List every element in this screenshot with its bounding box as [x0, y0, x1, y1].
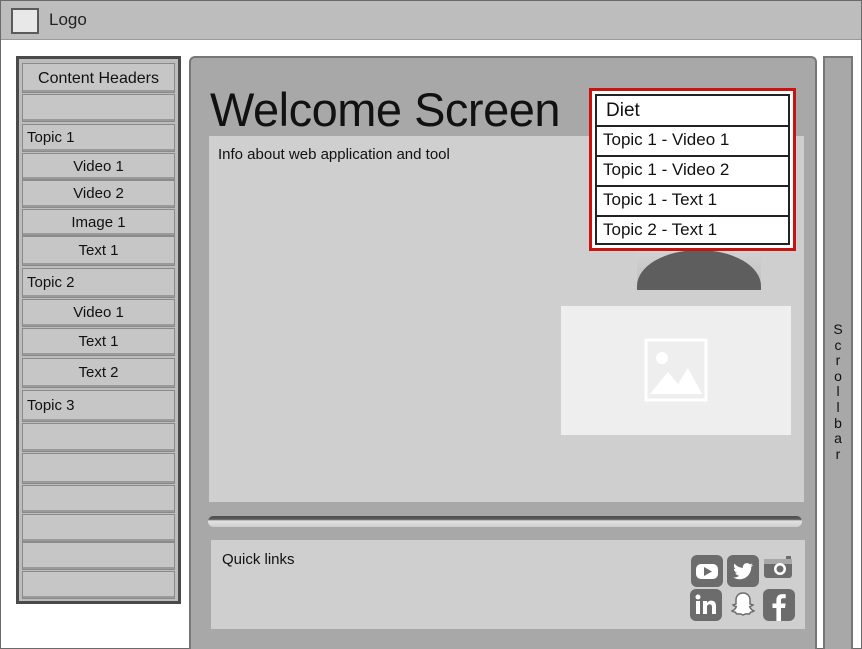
- page-title: Welcome Screen: [210, 83, 561, 136]
- twitter-icon[interactable]: [727, 555, 759, 587]
- sidebar-item[interactable]: Text 1: [22, 328, 175, 356]
- snapchat-icon[interactable]: [727, 589, 759, 621]
- linkedin-icon[interactable]: [690, 589, 722, 621]
- sidebar-topic[interactable]: Topic 3: [22, 390, 175, 422]
- sidebar-item[interactable]: [22, 453, 175, 484]
- search-dropdown: Diet Topic 1 - Video 1 Topic 1 - Video 2…: [589, 88, 796, 251]
- sidebar-item[interactable]: Text 1: [22, 236, 175, 266]
- sidebar-item[interactable]: [22, 423, 175, 452]
- youtube-icon[interactable]: [691, 555, 723, 587]
- search-input[interactable]: Diet: [595, 94, 790, 127]
- scrollbar[interactable]: Scrollbar: [823, 56, 853, 649]
- logo-label: Logo: [49, 10, 87, 29]
- sidebar-item[interactable]: [22, 94, 175, 122]
- instagram-icon[interactable]: [762, 553, 794, 585]
- image-icon: [644, 338, 708, 402]
- search-result-item[interactable]: Topic 1 - Video 1: [595, 127, 790, 157]
- logo-icon[interactable]: [11, 8, 39, 34]
- sidebar-header: Content Headers: [22, 63, 175, 93]
- quick-links-label: Quick links: [222, 551, 295, 568]
- sidebar-item[interactable]: Video 2: [22, 180, 175, 208]
- sidebar-item[interactable]: Video 1: [22, 153, 175, 180]
- sidebar-item[interactable]: [22, 542, 175, 570]
- sidebar-item[interactable]: [22, 485, 175, 513]
- scrollbar-label: Scrollbar: [833, 321, 843, 462]
- sidebar-item[interactable]: [22, 514, 175, 542]
- facebook-icon[interactable]: [763, 589, 795, 621]
- sidebar-item[interactable]: [22, 571, 175, 599]
- section-divider: [208, 516, 802, 527]
- sidebar-item[interactable]: Text 2: [22, 358, 175, 388]
- search-result-item[interactable]: Topic 2 - Text 1: [595, 217, 790, 245]
- sidebar-topic[interactable]: Topic 1: [22, 124, 175, 152]
- sidebar-topic[interactable]: Topic 2: [22, 268, 175, 298]
- top-bar: Logo: [1, 1, 861, 40]
- sidebar-item[interactable]: Image 1: [22, 209, 175, 236]
- content-headers-sidebar: Content Headers Topic 1 Video 1 Video 2 Ima…: [16, 56, 181, 604]
- search-result-item[interactable]: Topic 1 - Text 1: [595, 187, 790, 217]
- sidebar-item[interactable]: Video 1: [22, 299, 175, 327]
- info-text: Info about web application and tool: [218, 146, 450, 163]
- search-result-item[interactable]: Topic 1 - Video 2: [595, 157, 790, 187]
